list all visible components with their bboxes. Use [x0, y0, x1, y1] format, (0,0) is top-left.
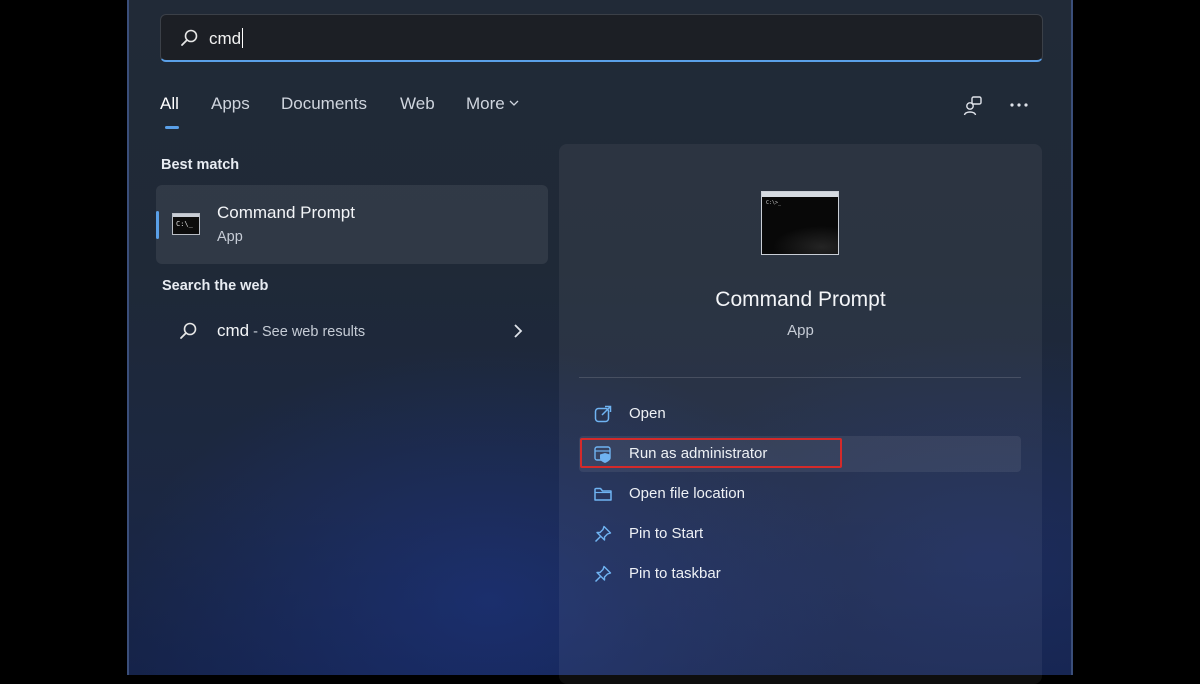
open-label: Open — [629, 405, 666, 422]
command-prompt-icon: C:\_ — [172, 213, 200, 235]
detail-pane: C:\>_ Command Prompt App Open Run as adm… — [559, 144, 1042, 684]
admin-shield-icon — [594, 446, 611, 463]
run-as-administrator-action[interactable]: Run as administrator — [579, 436, 1021, 472]
folder-icon — [594, 487, 612, 501]
search-query-text: cmd — [209, 28, 244, 48]
best-match-title: Command Prompt — [217, 203, 355, 222]
web-search-result[interactable]: cmd - See web results — [156, 310, 548, 352]
divider — [579, 377, 1021, 378]
open-file-location-label: Open file location — [629, 485, 745, 502]
open-external-icon — [594, 405, 612, 423]
pin-to-start-action[interactable]: Pin to Start — [579, 516, 1021, 552]
more-options-icon[interactable] — [1007, 94, 1031, 118]
search-icon — [180, 322, 197, 339]
feedback-icon[interactable] — [961, 94, 985, 118]
tab-apps[interactable]: Apps — [211, 94, 250, 114]
pin-icon — [594, 525, 612, 543]
command-prompt-large-icon: C:\>_ — [761, 191, 839, 255]
open-action[interactable]: Open — [579, 396, 1021, 432]
run-as-administrator-label: Run as administrator — [629, 445, 768, 462]
text-caret — [242, 28, 244, 48]
chevron-down-icon — [509, 100, 519, 106]
detail-title: Command Prompt — [715, 288, 886, 311]
best-match-result[interactable]: C:\_ Command Prompt App — [156, 185, 548, 264]
best-match-subtitle: App — [217, 229, 243, 245]
tab-documents[interactable]: Documents — [281, 94, 367, 114]
search-icon — [181, 29, 198, 46]
web-search-query: cmd — [217, 321, 250, 340]
web-search-text: cmd - See web results — [217, 321, 365, 341]
open-file-location-action[interactable]: Open file location — [579, 476, 1021, 512]
search-input[interactable]: cmd — [160, 14, 1043, 62]
tab-web[interactable]: Web — [400, 94, 435, 114]
selection-indicator — [156, 211, 159, 239]
best-match-heading: Best match — [161, 157, 240, 173]
pin-to-taskbar-action[interactable]: Pin to taskbar — [579, 556, 1021, 592]
tab-more[interactable]: More — [466, 94, 519, 114]
pin-icon — [594, 565, 612, 583]
tab-more-label: More — [466, 94, 505, 113]
chevron-right-icon[interactable] — [512, 323, 524, 339]
tab-all[interactable]: All — [160, 94, 179, 114]
active-tab-indicator — [165, 126, 179, 129]
search-web-heading: Search the web — [162, 278, 269, 294]
pin-to-start-label: Pin to Start — [629, 525, 704, 542]
pin-to-taskbar-label: Pin to taskbar — [629, 565, 721, 582]
web-search-hint: - See web results — [249, 324, 366, 340]
detail-subtitle: App — [787, 322, 814, 339]
start-search-panel: cmd All Apps Documents Web More Best mat… — [127, 0, 1073, 684]
